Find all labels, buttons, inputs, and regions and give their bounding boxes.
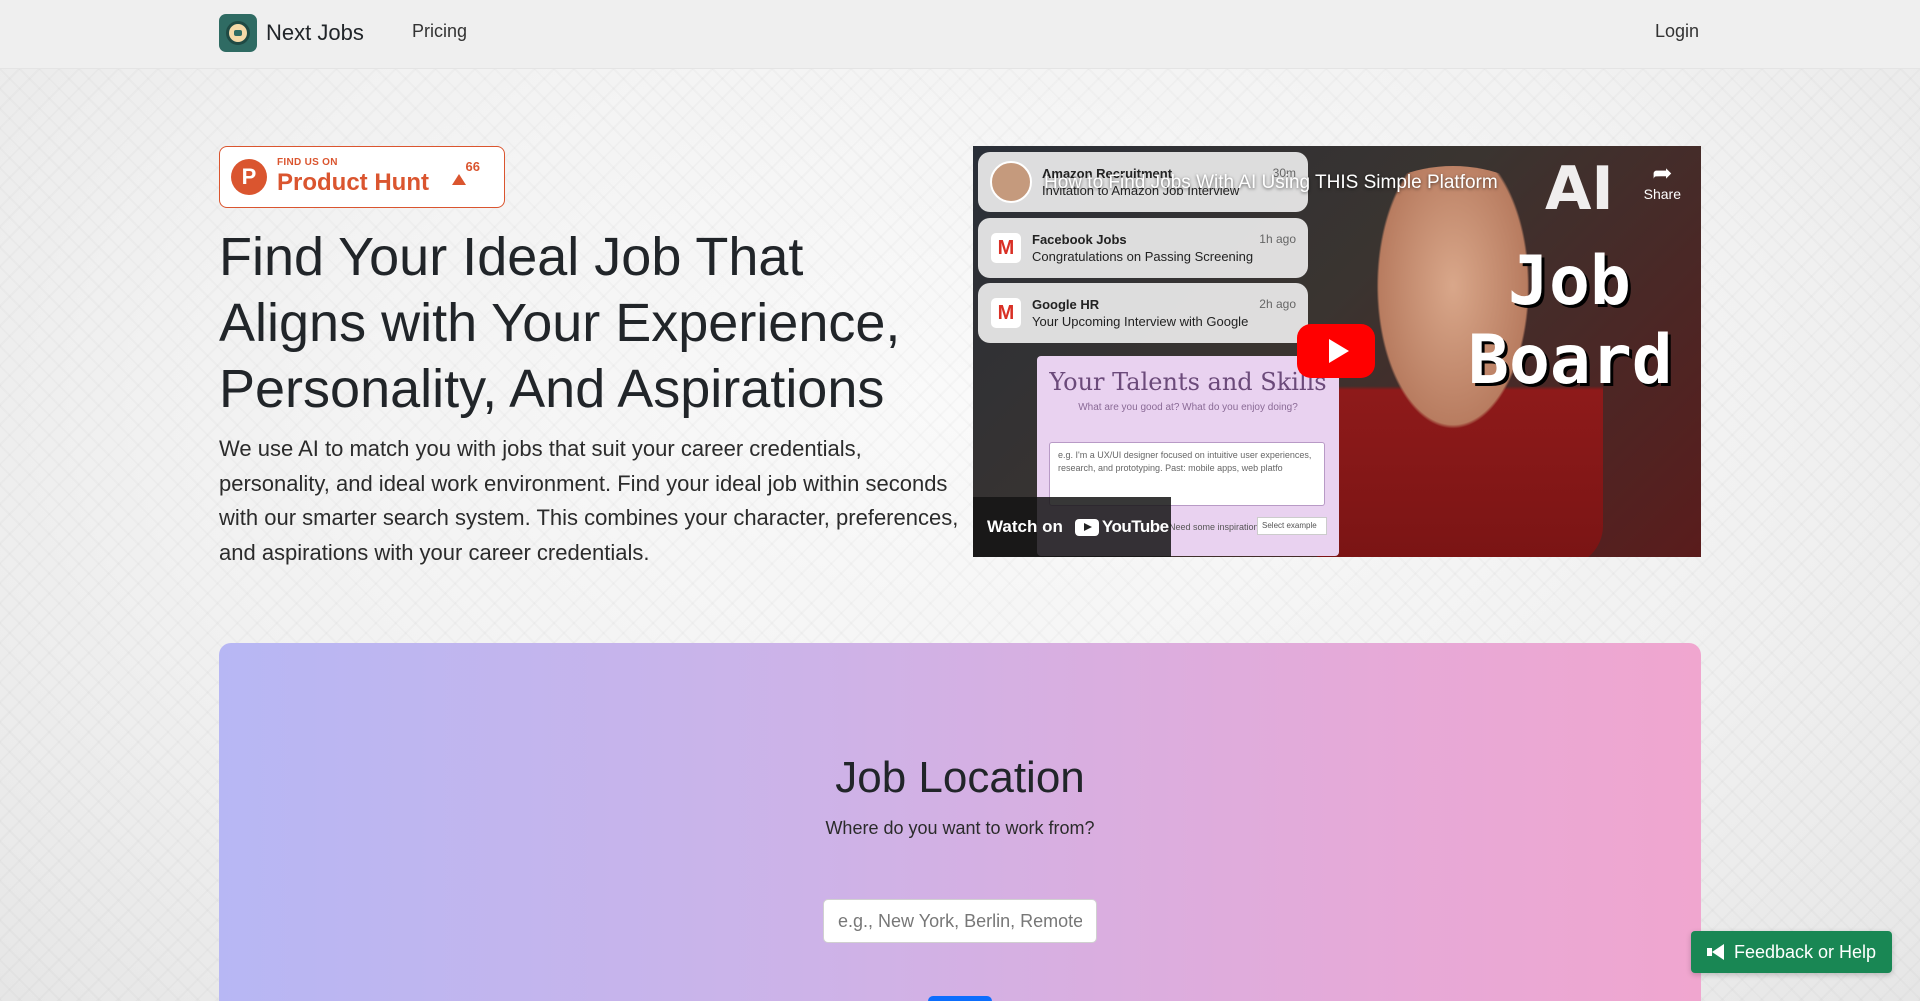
product-hunt-vote-count: 66 xyxy=(465,159,480,174)
share-label: Share xyxy=(1643,186,1681,202)
feedback-button[interactable]: Feedback or Help xyxy=(1691,931,1892,973)
thumbnail-job-text: Job xyxy=(1508,242,1631,321)
gmail-icon: M xyxy=(990,297,1022,329)
channel-avatar[interactable] xyxy=(990,161,1032,203)
notification-title: Facebook Jobs xyxy=(1032,232,1127,247)
video-title[interactable]: How to Find Jobs With AI Using THIS Simp… xyxy=(1044,172,1498,194)
location-input[interactable] xyxy=(823,899,1097,943)
watch-on-label: Watch on xyxy=(987,517,1063,536)
youtube-video-embed[interactable]: Amazon Recruitment 30m Invitation to Amaz… xyxy=(973,146,1701,557)
brand-name: Next Jobs xyxy=(266,20,364,45)
nav-pricing-link[interactable]: Pricing xyxy=(412,21,467,42)
hero-title: Find Your Ideal Job That Aligns with You… xyxy=(219,227,901,419)
share-button[interactable]: ➦ Share xyxy=(1643,160,1681,203)
location-subtitle: Where do you want to work from? xyxy=(825,818,1095,838)
brand-link[interactable]: Next Jobs xyxy=(219,14,364,52)
talents-title: Your Talents and Skills xyxy=(1049,368,1327,396)
play-button-icon[interactable] xyxy=(1297,324,1375,378)
product-hunt-small-label: FIND US ON xyxy=(277,157,338,168)
video-notification: M Facebook Jobs 1h ago Congratulations on… xyxy=(978,218,1308,278)
location-next-button[interactable] xyxy=(928,996,992,1001)
feedback-label: Feedback or Help xyxy=(1733,941,1877,962)
hero-description: We use AI to match you with jobs that su… xyxy=(219,436,959,565)
youtube-wordmark: YouTube xyxy=(1101,517,1169,536)
youtube-play-icon xyxy=(1074,518,1099,536)
navbar: Next Jobs Pricing Login xyxy=(0,0,1920,69)
notification-time: 2h ago xyxy=(1259,297,1296,311)
brand-logo-icon xyxy=(219,14,257,52)
youtube-logo: YouTube xyxy=(1074,517,1169,537)
notification-title: Google HR xyxy=(1032,297,1100,312)
product-hunt-votes: 66 xyxy=(451,159,480,185)
talents-select: Select example xyxy=(1257,517,1327,535)
notification-text: Your Upcoming Interview with Google xyxy=(1032,314,1249,329)
job-location-card: Job Location Where do you want to work f… xyxy=(219,643,1701,1001)
watch-on-youtube-button[interactable]: Watch on YouTube xyxy=(973,497,1171,557)
thumbnail-ai-text: AI xyxy=(1545,154,1614,224)
location-title: Job Location xyxy=(835,753,1085,802)
nav-login-link[interactable]: Login xyxy=(1655,21,1699,42)
talents-footer: Need some inspiration? xyxy=(1169,522,1264,532)
gmail-icon: M xyxy=(990,232,1022,264)
product-hunt-logo-icon: P xyxy=(231,159,267,195)
upvote-arrow-icon xyxy=(451,159,466,185)
share-arrow-icon: ➦ xyxy=(1652,160,1673,187)
megaphone-icon xyxy=(1706,944,1725,960)
video-notification: M Google HR 2h ago Your Upcoming Intervie… xyxy=(978,283,1308,343)
notification-time: 1h ago xyxy=(1259,232,1296,246)
product-hunt-text: FIND US ON Product Hunt xyxy=(277,157,429,197)
talents-subtitle: What are you good at? What do you enjoy … xyxy=(1078,402,1298,413)
notification-text: Congratulations on Passing Screening xyxy=(1032,249,1254,264)
product-hunt-badge[interactable]: P FIND US ON Product Hunt 66 xyxy=(219,146,505,208)
thumbnail-board-text: Board xyxy=(1468,321,1673,400)
product-hunt-big-label: Product Hunt xyxy=(277,169,429,196)
